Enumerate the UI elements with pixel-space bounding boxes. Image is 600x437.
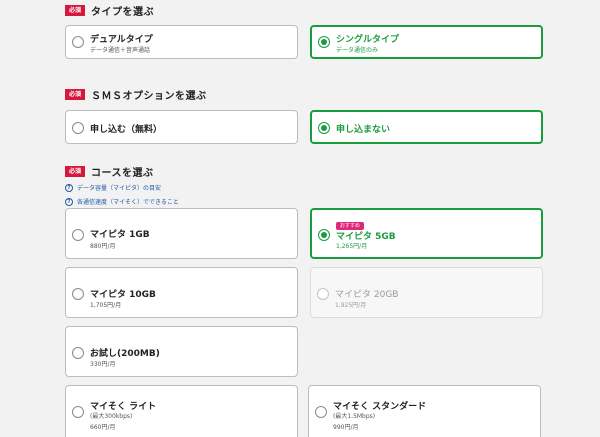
option-label: マイピタ 1GB — [90, 230, 150, 240]
option-label: お試し(200MB) — [90, 349, 160, 359]
option-label: デュアルタイプ — [90, 35, 153, 45]
radio-button[interactable] — [72, 36, 84, 48]
radio-button[interactable] — [317, 288, 329, 300]
radio-button[interactable] — [72, 288, 84, 300]
option-label: シングルタイプ — [336, 35, 400, 45]
option-price: 990円/月 — [333, 424, 359, 431]
radio-button[interactable] — [318, 36, 330, 48]
link-text: 各通信速度（マイそく）でできること — [77, 199, 179, 206]
option-sub: データ通信のみ — [336, 47, 379, 54]
radio-button[interactable] — [318, 122, 330, 134]
course-option-mypita-10gb[interactable]: マイピタ 10GB 1,705円/月 — [65, 267, 298, 318]
option-sub: データ通信＋音声通話 — [90, 47, 151, 54]
option-price: 1,705円/月 — [90, 302, 122, 309]
question-icon: ? — [65, 197, 73, 206]
radio-button[interactable] — [72, 229, 84, 241]
radio-button[interactable] — [315, 406, 327, 418]
course-option-mypita-1gb[interactable]: マイピタ 1GB 880円/月 — [65, 208, 298, 259]
sms-section-title: ＳＭＳオプションを選ぶ — [91, 91, 207, 102]
option-label: マイピタ 20GB — [335, 290, 399, 300]
type-option-dual[interactable]: デュアルタイプ データ通信＋音声通話 — [65, 25, 298, 59]
required-badge: 必須 — [65, 166, 86, 177]
radio-button[interactable] — [318, 229, 330, 241]
required-badge: 必須 — [65, 89, 86, 100]
course-option-trial-200mb[interactable]: お試し(200MB) 330円/月 — [65, 326, 298, 377]
type-section-title: タイプを選ぶ — [91, 7, 155, 18]
course-option-mypita-20gb[interactable]: マイピタ 20GB 1,925円/月 — [310, 267, 543, 318]
option-price: 1,925円/月 — [335, 302, 367, 309]
sms-section-header: 必須 ＳＭＳオプションを選ぶ — [65, 87, 207, 102]
option-label: 申し込まない — [336, 125, 391, 135]
option-price: 330円/月 — [90, 361, 116, 368]
speed-guide-link[interactable]: ? 各通信速度（マイそく）でできること — [65, 197, 179, 206]
question-icon: ? — [65, 183, 73, 192]
course-option-mysoku-light[interactable]: マイそく ライト (最大300kbps) 660円/月 — [65, 385, 298, 437]
option-speed: (最大1.5Mbps) — [333, 413, 376, 420]
link-text: データ容量（マイピタ）の目安 — [77, 185, 162, 192]
option-label: 申し込む（無料） — [90, 125, 163, 135]
sms-option-apply[interactable]: 申し込む（無料） — [65, 110, 298, 144]
option-speed: (最大300kbps) — [90, 413, 133, 420]
option-price: 880円/月 — [90, 243, 116, 250]
course-option-mysoku-standard[interactable]: マイそく スタンダード (最大1.5Mbps) 990円/月 — [308, 385, 541, 437]
radio-button[interactable] — [72, 122, 84, 134]
required-badge: 必須 — [65, 5, 86, 16]
course-option-mypita-5gb[interactable]: おすすめ マイピタ 5GB 1,265円/月 — [310, 208, 543, 259]
type-section-header: 必須 タイプを選ぶ — [65, 3, 154, 18]
course-section-header: 必須 コースを選ぶ — [65, 164, 154, 179]
course-section-title: コースを選ぶ — [91, 168, 154, 179]
data-capacity-guide-link[interactable]: ? データ容量（マイピタ）の目安 — [65, 183, 161, 192]
type-option-single[interactable]: シングルタイプ データ通信のみ — [310, 25, 543, 59]
radio-button[interactable] — [72, 347, 84, 359]
sms-option-decline[interactable]: 申し込まない — [310, 110, 543, 144]
option-price: 1,265円/月 — [336, 243, 368, 250]
option-label: マイピタ 10GB — [90, 290, 156, 300]
option-price: 660円/月 — [90, 424, 116, 431]
radio-button[interactable] — [72, 406, 84, 418]
